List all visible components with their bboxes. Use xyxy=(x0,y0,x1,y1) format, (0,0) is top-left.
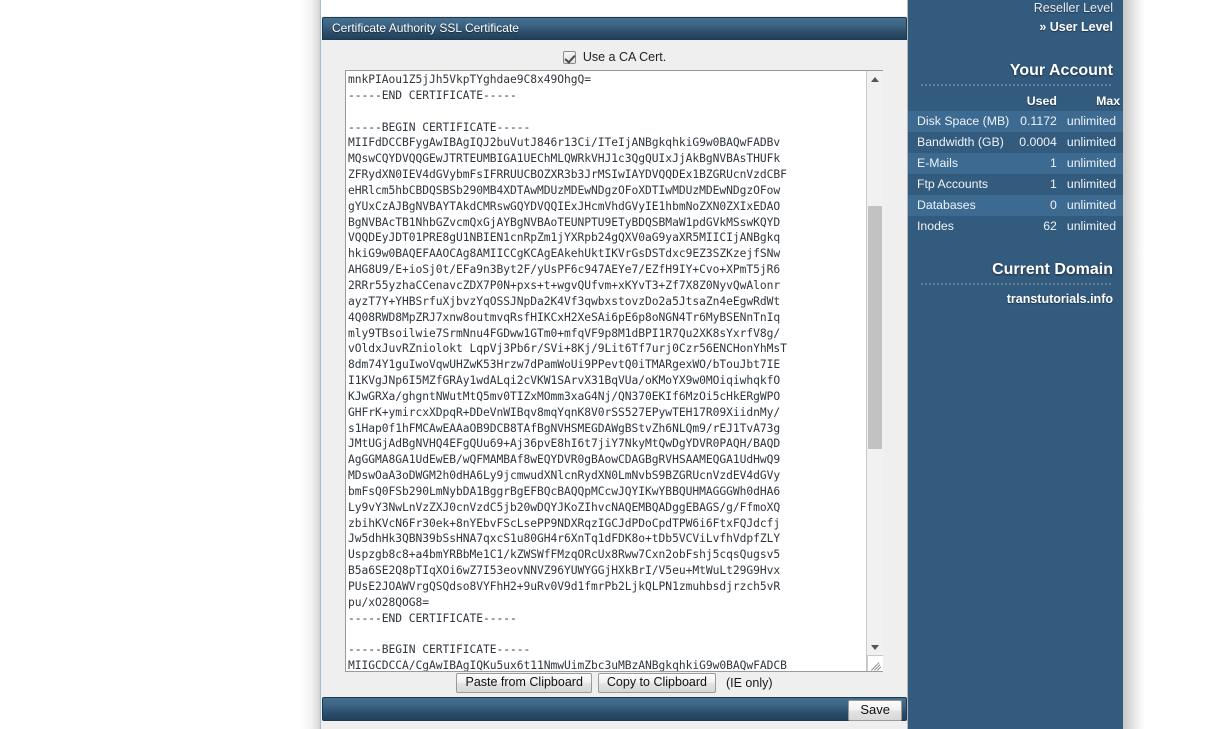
scroll-down-icon[interactable] xyxy=(867,639,883,655)
col-header-used: Used xyxy=(1026,94,1057,108)
sidebar-right-shadow xyxy=(1123,0,1145,729)
paste-from-clipboard-button[interactable]: Paste from Clipboard xyxy=(456,673,592,693)
row-used: 1 xyxy=(1050,177,1057,191)
row-max: unlimited xyxy=(1066,177,1117,191)
table-row: Ftp Accounts 1 unlimited xyxy=(908,174,1126,195)
table-row: Databases 0 unlimited xyxy=(908,195,1127,216)
certificate-text[interactable]: mnkPIAou1Z5jJh5VkpTYghdae9C8x49OhgQ= ---… xyxy=(348,72,858,671)
row-used: 62 xyxy=(1043,219,1057,233)
use-ca-cert-checkbox[interactable] xyxy=(562,50,576,64)
save-button[interactable]: Save xyxy=(848,700,902,721)
current-domain-value: transtutorials.info xyxy=(1006,292,1113,306)
table-row: Inodes 62 unlimited xyxy=(908,216,1126,237)
use-ca-cert-row: Use a CA Cert. xyxy=(322,46,907,68)
account-usage-table: Used Max Disk Space (MB) 0.1172 unlimite… xyxy=(908,92,1127,237)
col-header-resource xyxy=(908,92,1015,111)
your-account-heading: Your Account xyxy=(1009,62,1113,79)
panel-title-bar: Certificate Authority SSL Certificate xyxy=(322,17,907,40)
form-action-bar: Save xyxy=(322,697,907,721)
row-used: 1 xyxy=(1015,153,1063,174)
table-row: Disk Space (MB) 0.1172 unlimited xyxy=(908,111,1127,132)
resize-grip-icon[interactable] xyxy=(867,655,883,671)
row-used: 0.0004 xyxy=(1019,135,1057,149)
row-label: Ftp Accounts xyxy=(917,177,989,191)
heading-divider xyxy=(920,84,1113,86)
scroll-up-icon[interactable] xyxy=(867,71,883,87)
right-sidebar: Reseller Level » User Level Your Account… xyxy=(908,0,1127,729)
table-row: E-Mails 1 unlimited xyxy=(908,153,1127,174)
domain-divider xyxy=(920,283,1113,285)
sidebar-level-reseller[interactable]: Reseller Level xyxy=(908,1,1123,16)
ie-only-note: (IE only) xyxy=(725,676,773,690)
frame-top-spacer xyxy=(321,0,907,16)
sidebar-level-user[interactable]: » User Level xyxy=(908,20,1123,35)
row-used: 0.1172 xyxy=(1015,111,1063,132)
row-label: Databases xyxy=(908,195,1016,216)
clipboard-button-row: Paste from Clipboard Copy to Clipboard (… xyxy=(322,673,907,693)
row-used: 0 xyxy=(1015,195,1063,216)
row-label: E-Mails xyxy=(908,153,1016,174)
left-gutter-shadow xyxy=(300,0,320,729)
row-max: unlimited xyxy=(1062,111,1127,132)
col-header-max: Max xyxy=(1096,94,1121,108)
table-header-row: Used Max xyxy=(908,92,1126,111)
row-max: unlimited xyxy=(1062,195,1127,216)
current-domain-heading: Current Domain xyxy=(992,261,1113,278)
page-root: Certificate Authority SSL Certificate Us… xyxy=(0,0,1213,729)
use-ca-cert-label: Use a CA Cert. xyxy=(582,50,667,64)
certificate-vertical-scrollbar[interactable] xyxy=(866,71,883,671)
copy-to-clipboard-button[interactable]: Copy to Clipboard xyxy=(597,673,716,693)
row-label: Inodes xyxy=(917,219,954,233)
row-max: unlimited xyxy=(1066,219,1117,233)
certificate-textarea[interactable]: mnkPIAou1Z5jJh5VkpTYghdae9C8x49OhgQ= ---… xyxy=(345,70,883,672)
row-label: Bandwidth (GB) xyxy=(917,135,1004,149)
table-row: Bandwidth (GB) 0.0004 unlimited xyxy=(908,132,1126,153)
row-max: unlimited xyxy=(1066,135,1117,149)
scrollbar-thumb[interactable] xyxy=(868,206,882,449)
row-label: Disk Space (MB) xyxy=(908,111,1016,132)
row-max: unlimited xyxy=(1062,153,1127,174)
